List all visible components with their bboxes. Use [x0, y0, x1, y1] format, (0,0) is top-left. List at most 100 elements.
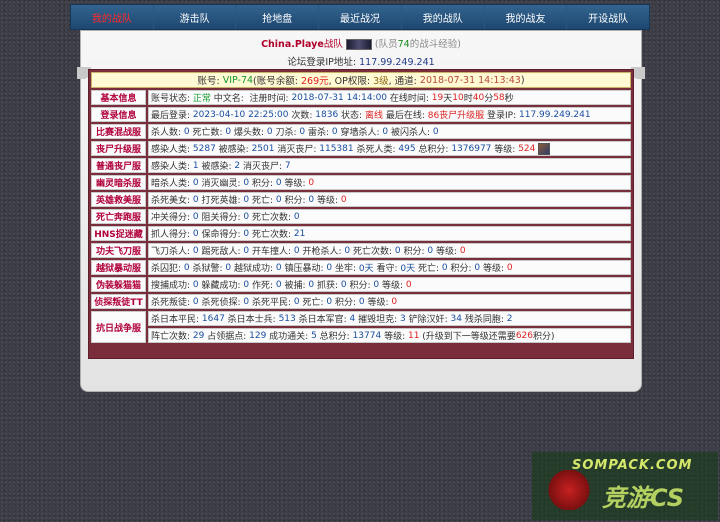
stats-row-values: 杀日本平民: 1647 杀日本士兵: 513 杀日本军官: 4 摧毁坦克: 3 … — [148, 311, 631, 343]
stats-row-label[interactable]: HNS捉迷藏 — [91, 226, 146, 241]
stat-label: 积分: — [281, 196, 309, 206]
stats-row-values: 杀死叛徒: 0 杀死侦探: 0 杀死平民: 0 死亡: 0 积分: 0 等级: … — [148, 294, 631, 309]
stat-value: 0天 — [400, 264, 416, 274]
nav-item-5[interactable]: 我的战友 — [485, 5, 568, 29]
nav-item-1[interactable]: 游击队 — [154, 5, 237, 29]
stat-value: 7 — [284, 160, 291, 171]
stats-row-values: 飞刀杀人: 0 踢死敌人: 0 开车撞人: 0 开枪杀人: 0 死亡次数: 0 … — [148, 243, 631, 258]
stats-row-label[interactable]: 丧尸升级服 — [91, 141, 146, 156]
stat-label: 冲关得分: — [151, 213, 193, 223]
stat-value: 0 — [391, 296, 398, 307]
stat-label: 飞刀杀人: — [151, 247, 193, 257]
stat-label: 残杀同胞: — [461, 315, 507, 325]
stats-row-values: 感染人类: 5287 被感染: 2501 消灭丧尸: 115381 杀死人类: … — [148, 141, 631, 156]
stat-label: 作死: — [249, 281, 276, 291]
stat-label: 等级: — [379, 281, 406, 291]
stats-row-label[interactable]: 抗日战争服 — [91, 311, 146, 343]
stat-value: 524 — [518, 143, 536, 154]
stat-value: 34 — [450, 313, 462, 324]
stat-value: 0 — [506, 262, 513, 273]
stat-label: 杀日本平民: — [151, 315, 202, 325]
nav-item-6[interactable]: 开设战队 — [567, 5, 649, 29]
stat-label: 杀日本军官: — [295, 315, 350, 325]
stat-label: 杀狱警: — [189, 264, 226, 274]
stat-value: 2018-07-31 14:14:00 — [291, 92, 388, 103]
stat-label: 打死英雄: — [198, 196, 244, 206]
stats-row-label[interactable]: 比赛混战服 — [91, 124, 146, 139]
stat-value: 0天 — [358, 264, 374, 274]
stats-value-line: 抓人得分: 0 保命得分: 0 死亡次数: 21 — [148, 226, 631, 241]
stat-label: 抓人得分: — [151, 230, 193, 240]
account-balance: 269元 — [300, 76, 329, 87]
stats-value-line: 杀囚犯: 0 杀狱警: 0 越狱成功: 0 镇压暴动: 0 坐牢: 0天 看守:… — [148, 260, 631, 275]
stat-label: 死亡: — [415, 264, 442, 274]
stat-label: 杀死平民: — [249, 298, 294, 308]
nav-item-4[interactable]: 我的战队 — [402, 5, 485, 29]
stats-row: 幽灵暗杀服 暗杀人类: 0 消灭幽灵: 0 积分: 0 等级: 0 — [91, 175, 631, 190]
stats-row-label[interactable]: 普通丧尸服 — [91, 158, 146, 173]
stats-row: 伪装躲猫猫 搜捕成功: 0 躲藏成功: 0 作死: 0 被捕: 0 抓获: 0 积… — [91, 277, 631, 292]
stat-value: 115381 — [319, 143, 354, 154]
stat-label: 等级: — [433, 247, 460, 257]
stats-row: HNS捉迷藏 抓人得分: 0 保命得分: 0 死亡次数: 21 — [91, 226, 631, 241]
stat-label: 积分: — [332, 298, 359, 308]
stats-row-label[interactable]: 基本信息 — [91, 90, 146, 105]
stat-label: 感染人类: — [151, 145, 193, 155]
stat-value: 19 — [431, 92, 444, 103]
site-watermark: SOMPACK.COM 竞游CS — [532, 452, 718, 520]
stats-row-label[interactable]: 功夫飞刀服 — [91, 243, 146, 258]
team-name[interactable]: China.Playe — [261, 39, 324, 50]
nav-item-0[interactable]: 我的战队 — [71, 5, 154, 29]
forum-ip-value: 117.99.249.241 — [359, 57, 435, 68]
stats-row: 登录信息 最后登录: 2023-04-10 22:25:00 次数: 1836 状… — [91, 107, 631, 122]
stats-row-label[interactable]: 伪装躲猫猫 — [91, 277, 146, 292]
stats-value-line: 搜捕成功: 0 躲藏成功: 0 作死: 0 被捕: 0 抓获: 0 积分: 0 … — [148, 277, 631, 292]
stats-value-line: 最后登录: 2023-04-10 22:25:00 次数: 1836 状态: 离… — [148, 107, 631, 122]
stats-row-values: 抓人得分: 0 保命得分: 0 死亡次数: 21 — [148, 226, 631, 241]
stat-label: 等级: — [364, 298, 392, 308]
stat-label: 账号状态: — [151, 94, 193, 104]
stat-label: 摧毁坦克: — [355, 315, 401, 325]
stat-label: 死亡: — [249, 196, 276, 206]
stat-label: 保命得分: — [198, 230, 244, 240]
stats-value-line: 暗杀人类: 0 消灭幽灵: 0 积分: 0 等级: 0 — [148, 175, 631, 190]
stat-label: 杀人数: — [151, 128, 184, 138]
team-member-count: 74 — [397, 39, 410, 50]
forum-ip-label: 论坛登录IP地址: — [287, 57, 360, 68]
stats-row-label[interactable]: 侦探叛徒TT — [91, 294, 146, 309]
stats-row-label[interactable]: 英雄救美服 — [91, 192, 146, 207]
stats-row: 普通丧尸服 感染人类: 1 被感染: 2 消灭丧尸: 7 — [91, 158, 631, 173]
stat-label: 积分: — [346, 281, 374, 291]
stat-label: 爆头数: — [231, 128, 267, 138]
watermark-logo-icon — [542, 470, 596, 510]
stats-row-values: 杀人数: 0 死亡数: 0 爆头数: 0 刀杀: 0 雷杀: 0 穿墙杀人: 0… — [148, 124, 631, 139]
stats-row-label[interactable]: 幽灵暗杀服 — [91, 175, 146, 190]
stat-label: 开枪杀人: — [299, 247, 345, 257]
account-channel-label: , 通道: — [388, 76, 420, 87]
stat-value: 513 — [278, 313, 296, 324]
stat-label: 等级: — [314, 196, 341, 206]
stat-label: 总积分: — [316, 332, 353, 342]
stat-value: 2 — [506, 313, 513, 324]
stats-row-values: 暗杀人类: 0 消灭幽灵: 0 积分: 0 等级: 0 — [148, 175, 631, 190]
stats-row-label[interactable]: 越狱暴动服 — [91, 260, 146, 275]
stat-label: 状态: — [338, 111, 365, 121]
player-avatar-icon[interactable] — [538, 142, 551, 155]
stat-label: 消灭丧尸: — [274, 145, 320, 155]
nav-item-2[interactable]: 抢地盘 — [236, 5, 320, 29]
stats-row-label[interactable]: 登录信息 — [91, 107, 146, 122]
nav-item-3[interactable]: 最近战况 — [319, 5, 402, 29]
stat-label: 成功通关: — [266, 332, 312, 342]
stat-label: 坐牢: — [332, 264, 359, 274]
stat-value: 0 — [459, 245, 466, 256]
stats-row-values: 杀死美女: 0 打死英雄: 0 死亡: 0 积分: 0 等级: 0 — [148, 192, 631, 207]
stat-label: 次数: — [288, 111, 316, 121]
stat-value: 40 — [472, 92, 485, 103]
stat-label: 抓获: — [314, 281, 341, 291]
account-bar: 账号: VIP-74 (账号余额: 269元, OP权限: 3级, 通道: 201… — [91, 72, 631, 88]
forum-ip-line: 论坛登录IP地址: 117.99.249.241 — [81, 54, 641, 68]
stat-value: 1647 — [201, 313, 225, 324]
stat-label: 天 — [443, 94, 453, 104]
stats-row-label[interactable]: 死亡奔跑服 — [91, 209, 146, 224]
stats-row: 死亡奔跑服 冲关得分: 0 阻关得分: 0 死亡次数: 0 — [91, 209, 631, 224]
